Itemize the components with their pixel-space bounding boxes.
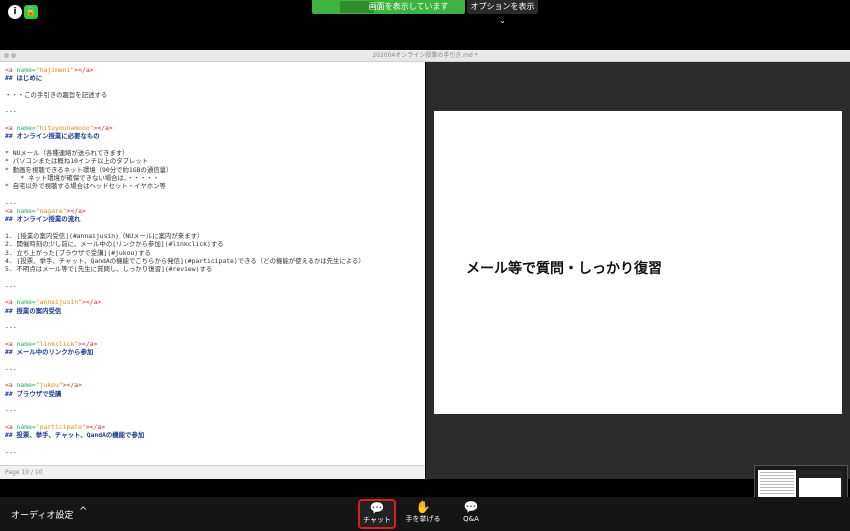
markdown-editor[interactable]: <a name="hajimeni"></a> ## はじめに ・・・この手引きの趣… xyxy=(0,62,425,465)
anchor-val: "hajimeni" xyxy=(35,66,75,74)
raise-hand-label: 手を挙げる xyxy=(405,515,441,523)
editor-lines[interactable]: <a name="hajimeni"></a> ## はじめに ・・・この手引きの趣… xyxy=(0,62,425,465)
text-line: --- xyxy=(5,198,17,207)
anchor-pre: <a xyxy=(5,66,17,74)
text-line xyxy=(5,99,425,107)
anchor-pre: <a xyxy=(5,207,17,216)
text-line xyxy=(5,224,425,232)
anchor-tag-line: <a name="jukou"></a> xyxy=(5,381,425,389)
audio-settings-button[interactable]: オーディオ設定 xyxy=(11,508,73,521)
text-line xyxy=(5,83,425,91)
text-line: 4. [投票、挙手、チャット、QandAの機能でこちらから発信](#partic… xyxy=(5,256,365,265)
anchor-post: ></a> xyxy=(74,66,94,74)
show-options-button[interactable]: オプションを表示 ⌄ xyxy=(467,0,538,25)
editor-titlebar: 202004オンライン授業の手引き.md * xyxy=(0,50,850,62)
text-line xyxy=(5,456,425,464)
text-line xyxy=(5,414,425,422)
anchor-val: "linkclick" xyxy=(35,339,79,348)
anchor-post: ></a> xyxy=(62,381,82,390)
chat-icon: 💬 xyxy=(369,501,385,515)
text-line xyxy=(5,439,425,447)
text-line: 2. 開催時刻の少し前に、メール中の[リンクから参加](#linkclick)す… xyxy=(5,240,224,249)
text-line: * ネット環境が確保できない場合は、・・・・・ xyxy=(5,173,160,182)
anchor-attr: name= xyxy=(16,422,36,431)
markdown-heading-line: ## オンライン授業の流れ xyxy=(5,215,81,224)
chevron-up-icon[interactable]: ^ xyxy=(79,506,87,517)
anchor-tag-line: <a name="participate"></a> xyxy=(5,423,425,431)
anchor-tag-line: <a name="linkclick"></a> xyxy=(5,340,425,348)
text-line: --- xyxy=(5,406,17,415)
text-line: --- xyxy=(5,364,17,373)
anchor-attr: name= xyxy=(16,207,36,216)
screen-share-status[interactable]: 画面を表示しています xyxy=(312,0,465,14)
qa-button[interactable]: 💬 Q&A xyxy=(452,500,490,528)
text-line xyxy=(5,315,425,323)
anchor-pre: <a xyxy=(5,339,17,348)
text-line: --- xyxy=(5,447,17,456)
text-line xyxy=(5,356,425,364)
markdown-heading-line: ## ブラウザで受講 xyxy=(5,389,62,398)
chat-label: チャット xyxy=(363,516,391,524)
slide-preview: メール等で質問・しっかり復習 xyxy=(434,111,842,414)
anchor-post: ></a> xyxy=(66,207,86,216)
markdown-heading-line: ## オンライン授業に必要なもの xyxy=(5,132,100,141)
text-line: * パソコンまたは概ね10インチ以上のタブレット xyxy=(5,157,149,166)
meeting-top-bar: i 🔒 画面を表示しています オプションを表示 ⌄ xyxy=(0,0,850,49)
anchor-pre: <a xyxy=(5,124,17,133)
anchor-pre: <a xyxy=(5,381,17,390)
anchor-val: "annaijusin" xyxy=(35,298,82,307)
share-status-text: 画面を表示しています xyxy=(368,2,449,11)
qa-icon: 💬 xyxy=(463,500,479,514)
text-line: * 動画を視聴できるネット環境（90分で約1GBの通信量） xyxy=(5,165,173,174)
anchor-post: ></a> xyxy=(78,339,98,348)
text-line xyxy=(5,290,425,298)
text-line: 5. 不明点はメール等で[先生に質問し、しっかり復習](#review)する xyxy=(5,265,213,274)
anchor-post: ></a> xyxy=(93,124,113,133)
info-icon[interactable]: i xyxy=(8,5,22,19)
chat-button[interactable]: 💬 チャット xyxy=(358,499,396,529)
text-line xyxy=(5,273,425,281)
text-line: --- xyxy=(5,281,17,290)
slide-title: メール等で質問・しっかり復習 xyxy=(466,261,662,277)
anchor-attr: name= xyxy=(16,124,36,133)
anchor-val: "nagare" xyxy=(35,207,67,216)
text-line xyxy=(5,141,425,149)
text-line: --- xyxy=(5,107,17,116)
text-line xyxy=(5,332,425,340)
meeting-toolbar: オーディオ設定 ^ 💬 チャット ✋ 手を挙げる 💬 Q&A xyxy=(0,497,850,531)
editor-status-bar: Page 10 / 10 xyxy=(0,465,425,479)
lock-icon[interactable]: 🔒 xyxy=(24,5,38,19)
anchor-pre: <a xyxy=(5,298,17,307)
anchor-attr: name= xyxy=(16,66,36,74)
markdown-heading-line: ## メール中のリンクから参加 xyxy=(5,348,94,357)
anchor-attr: name= xyxy=(16,381,36,390)
text-line: 1. [授業の案内受信](#annaijusin)（NUメールに案内が来ます） xyxy=(5,231,204,240)
text-line: * 自宅以外で視聴する場合はヘッドセット・イヤホン等 xyxy=(5,182,166,191)
anchor-attr: name= xyxy=(16,298,36,307)
preview-pane: メール等で質問・しっかり復習 xyxy=(426,62,850,465)
text-line: 3. 立ち上がった[ブラウザで受講](#jukou)する xyxy=(5,248,151,257)
markdown-heading-line: ## 授業の案内受信 xyxy=(5,306,62,315)
anchor-tag-line: <a name="annaijusin"></a> xyxy=(5,298,425,306)
text-line xyxy=(5,190,425,198)
window-title: 202004オンライン授業の手引き.md * xyxy=(372,52,478,59)
anchor-val: "hituyounamono" xyxy=(35,124,94,133)
anchor-post: ></a> xyxy=(85,422,106,431)
anchor-pre: <a xyxy=(5,422,17,431)
anchor-attr: name= xyxy=(16,339,36,348)
hand-icon: ✋ xyxy=(415,500,431,514)
anchor-tag-line: <a name="hajimeni"></a> xyxy=(5,66,425,74)
text-line: --- xyxy=(5,323,17,332)
qa-label: Q&A xyxy=(463,515,479,523)
markdown-heading-line: ## 投票、挙手、チャット、QandAの機能で参加 xyxy=(5,431,145,440)
anchor-post: ></a> xyxy=(81,298,102,307)
text-line xyxy=(5,373,425,381)
text-line: ・・・この手引きの趣旨を記述する xyxy=(5,90,108,99)
raise-hand-button[interactable]: ✋ 手を挙げる xyxy=(403,500,443,528)
text-line xyxy=(5,398,425,406)
markdown-heading-line: ## はじめに xyxy=(5,74,43,83)
anchor-val: "participate" xyxy=(35,422,86,431)
text-line xyxy=(5,116,425,124)
anchor-val: "jukou" xyxy=(35,381,63,390)
